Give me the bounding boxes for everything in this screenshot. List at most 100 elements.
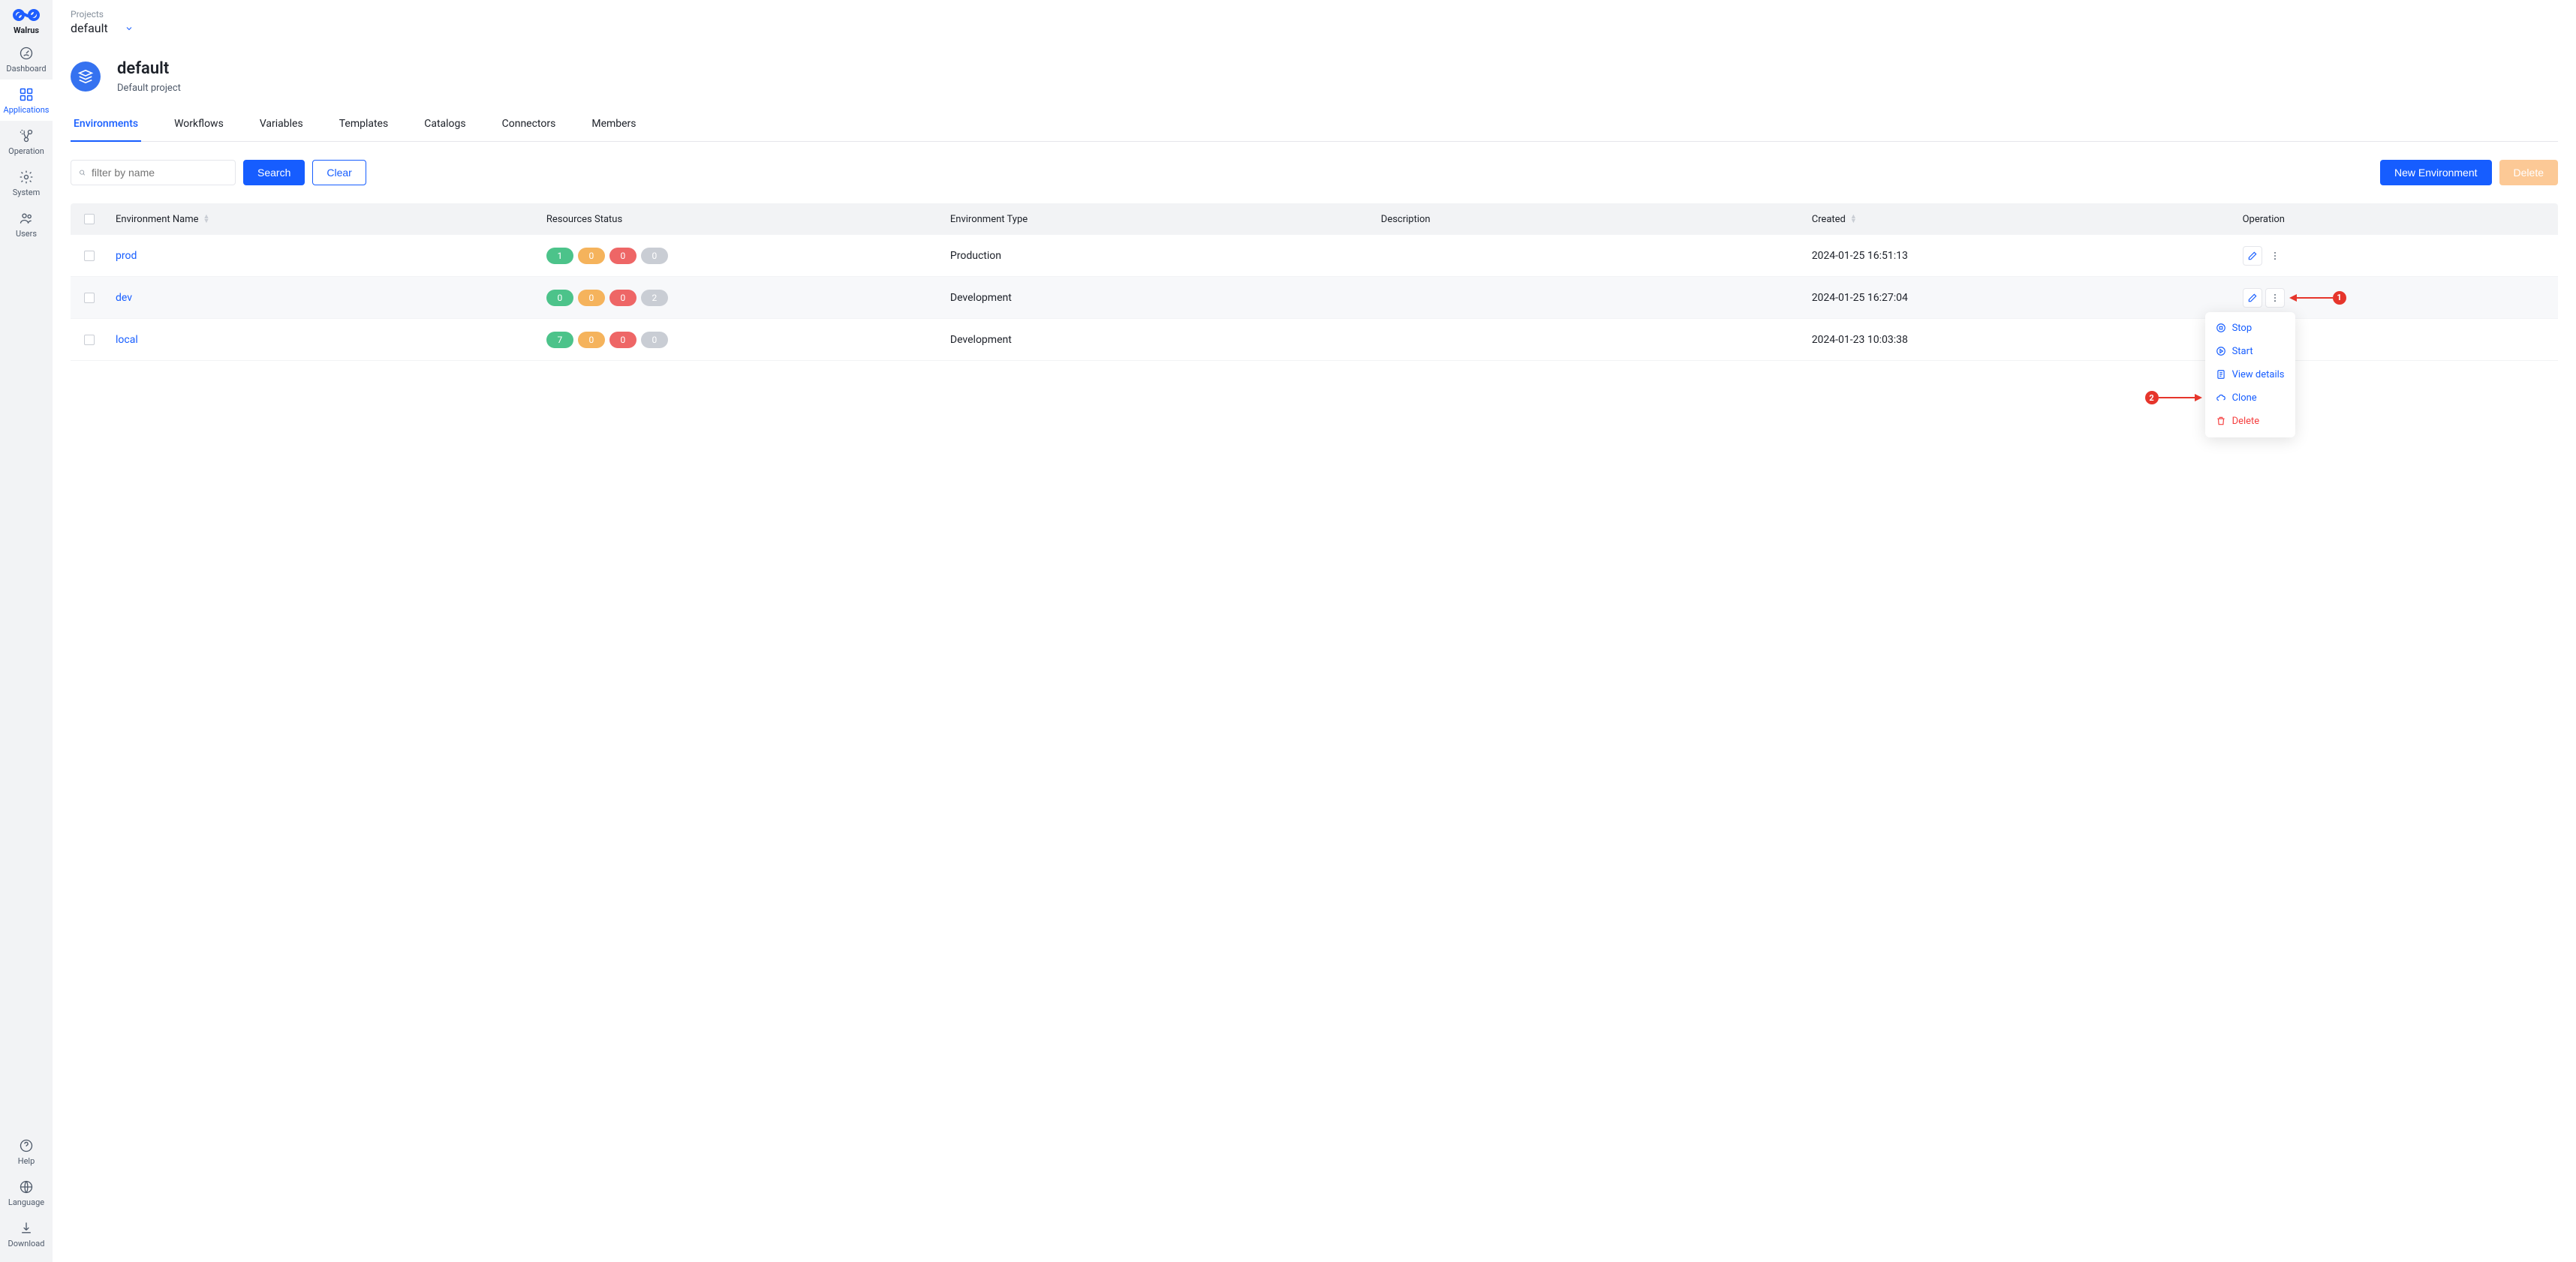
badge-error: 0	[609, 248, 636, 264]
environment-link[interactable]: local	[116, 334, 138, 346]
filter-input[interactable]	[92, 167, 227, 179]
environments-table: Environment Name ▲▼ Resources Status Env…	[71, 203, 2558, 361]
badge-idle: 0	[641, 248, 668, 264]
sidebar-item-operation[interactable]: Operation	[0, 121, 53, 162]
edit-button[interactable]	[2243, 288, 2262, 308]
sidebar-item-help[interactable]: Help	[0, 1131, 53, 1172]
sidebar-item-dashboard[interactable]: Dashboard	[0, 38, 53, 80]
cell-type: Development	[943, 292, 1374, 304]
brand-logo: Walrus	[0, 0, 53, 38]
environment-link[interactable]: dev	[116, 292, 132, 304]
tab-templates[interactable]: Templates	[336, 118, 392, 142]
page-subtitle: Default project	[117, 83, 181, 94]
search-button[interactable]: Search	[243, 160, 305, 185]
page-title: default	[117, 59, 181, 78]
table-row: local 7 0 0 0 Development 2024-01-23 10:…	[71, 319, 2558, 361]
tab-variables[interactable]: Variables	[257, 118, 306, 142]
delete-button[interactable]: Delete	[2499, 160, 2558, 185]
table-row: prod 1 0 0 0 Production 2024-01-25 16:51…	[71, 235, 2558, 277]
cell-type: Production	[943, 250, 1374, 262]
sidebar-item-download[interactable]: Download	[0, 1213, 53, 1254]
toolbar: Search Clear New Environment Delete	[71, 160, 2558, 185]
help-icon	[19, 1138, 34, 1153]
table-row: dev 0 0 0 2 Development 2024-01-25 16:27…	[71, 277, 2558, 319]
brand-name: Walrus	[14, 26, 39, 35]
more-actions-button[interactable]	[2265, 288, 2285, 308]
new-environment-button[interactable]: New Environment	[2380, 160, 2492, 185]
menu-start[interactable]: Start	[2205, 340, 2295, 363]
badge-error: 0	[609, 332, 636, 348]
sidebar-bottom: Help Language Download	[0, 1131, 53, 1254]
row-checkbox[interactable]	[84, 335, 95, 345]
clear-button[interactable]: Clear	[312, 160, 366, 185]
breadcrumb[interactable]: Projects	[71, 0, 2558, 20]
download-icon	[19, 1221, 34, 1236]
menu-view-details[interactable]: View details	[2205, 363, 2295, 386]
cell-type: Development	[943, 334, 1374, 346]
gear-icon	[19, 170, 34, 185]
row-checkbox[interactable]	[84, 251, 95, 261]
sidebar-item-users[interactable]: Users	[0, 203, 53, 245]
tab-catalogs[interactable]: Catalogs	[421, 118, 468, 142]
badge-warn: 0	[578, 332, 605, 348]
gauge-icon	[19, 46, 34, 61]
sort-icon: ▲▼	[1850, 215, 1857, 224]
tab-environments[interactable]: Environments	[71, 118, 141, 142]
annotation-2: 2	[2145, 391, 2202, 404]
col-created[interactable]: Created ▲▼	[1804, 214, 2235, 225]
filter-input-wrap[interactable]	[71, 160, 236, 185]
project-switcher-name: default	[71, 21, 108, 35]
sidebar-item-language[interactable]: Language	[0, 1172, 53, 1213]
table-header: Environment Name ▲▼ Resources Status Env…	[71, 203, 2558, 235]
project-switcher[interactable]: default	[71, 21, 2558, 35]
cell-created: 2024-01-23 10:03:38	[1804, 334, 2235, 346]
play-icon	[2216, 346, 2226, 356]
row-checkbox[interactable]	[84, 293, 95, 303]
environment-link[interactable]: prod	[116, 250, 137, 262]
project-header: default Default project	[71, 59, 2558, 94]
stop-icon	[2216, 323, 2226, 333]
status-badges: 7 0 0 0	[546, 332, 668, 348]
tab-bar: Environments Workflows Variables Templat…	[71, 118, 2558, 142]
tab-workflows[interactable]: Workflows	[171, 118, 227, 142]
badge-ready: 7	[546, 332, 573, 348]
menu-stop[interactable]: Stop	[2205, 317, 2295, 340]
badge-idle: 2	[641, 290, 668, 306]
users-icon	[19, 211, 34, 226]
layers-icon	[77, 68, 94, 85]
status-badges: 1 0 0 0	[546, 248, 668, 264]
sidebar-item-system[interactable]: System	[0, 162, 53, 203]
trash-icon	[2216, 416, 2226, 426]
col-name[interactable]: Environment Name ▲▼	[108, 214, 539, 225]
apps-icon	[19, 87, 34, 102]
edit-button[interactable]	[2243, 246, 2262, 266]
badge-ready: 0	[546, 290, 573, 306]
badge-ready: 1	[546, 248, 573, 264]
more-actions-button[interactable]	[2265, 246, 2285, 266]
sidebar: Walrus Dashboard Applications Operation …	[0, 0, 53, 1262]
col-resources: Resources Status	[539, 214, 943, 225]
operation-icon	[19, 128, 34, 143]
tab-connectors[interactable]: Connectors	[499, 118, 559, 142]
col-operation: Operation	[2235, 214, 2558, 225]
select-all-checkbox[interactable]	[84, 214, 95, 224]
menu-clone[interactable]: Clone	[2205, 386, 2295, 410]
cell-created: 2024-01-25 16:51:13	[1804, 250, 2235, 262]
project-avatar-icon	[71, 62, 101, 92]
chevron-down-icon	[125, 24, 134, 33]
tab-members[interactable]: Members	[588, 118, 639, 142]
dots-vertical-icon	[2270, 293, 2280, 303]
globe-icon	[19, 1179, 34, 1194]
pencil-icon	[2247, 293, 2258, 303]
infinity-icon	[10, 6, 43, 24]
badge-error: 0	[609, 290, 636, 306]
row-actions-menu: Stop Start View details Clone Delete	[2205, 312, 2295, 437]
status-badges: 0 0 0 2	[546, 290, 668, 306]
main-content: Projects default default Default project…	[53, 0, 2576, 1262]
sidebar-item-applications[interactable]: Applications	[0, 80, 53, 121]
badge-warn: 0	[578, 290, 605, 306]
badge-idle: 0	[641, 332, 668, 348]
menu-delete[interactable]: Delete	[2205, 410, 2295, 433]
sort-icon: ▲▼	[203, 215, 210, 224]
col-type: Environment Type	[943, 214, 1374, 225]
